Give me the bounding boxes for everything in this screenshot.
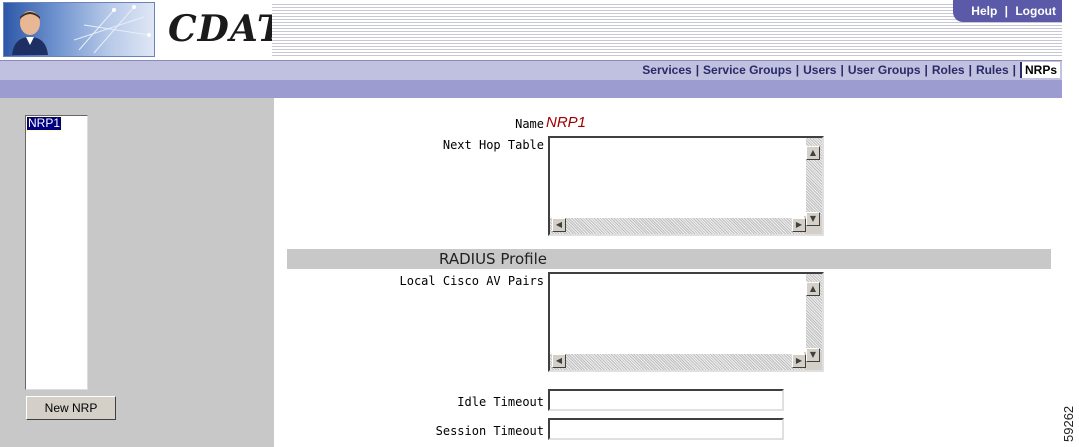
nav-service-groups[interactable]: Service Groups (703, 63, 792, 77)
scroll-up-icon[interactable]: ▲ (806, 146, 820, 160)
scroll-left-icon[interactable]: ◀ (552, 354, 566, 368)
nav-services[interactable]: Services (642, 63, 691, 77)
idle-timeout-input[interactable] (548, 389, 784, 411)
main-nav: Services | Service Groups | Users | User Group… (0, 60, 1062, 80)
radius-profile-section: RADIUS Profile (287, 249, 1051, 269)
app-header: CDAT Help | Logout (0, 0, 1062, 60)
nrp-sidebar: NRP1 New NRP (0, 98, 274, 447)
section-title: RADIUS Profile (439, 250, 547, 268)
nav-separator: | (1012, 63, 1016, 77)
scroll-up-icon[interactable]: ▲ (806, 282, 820, 296)
idle-timeout-label: Idle Timeout (457, 395, 544, 409)
figure-number: 59262 (1058, 380, 1078, 446)
nrp-listbox[interactable]: NRP1 (25, 115, 88, 390)
next-hop-table-label: Next Hop Table (442, 138, 544, 152)
session-timeout-input[interactable] (548, 418, 784, 440)
horizontal-scrollbar[interactable] (550, 218, 806, 234)
name-label: Name (515, 117, 544, 131)
sub-bar (0, 80, 1062, 98)
network-diagram-icon (74, 5, 151, 54)
scroll-right-icon[interactable]: ▶ (792, 218, 806, 232)
list-item[interactable]: NRP1 (25, 116, 63, 131)
nav-separator: | (924, 63, 928, 77)
scroll-down-icon[interactable]: ▼ (806, 348, 820, 362)
figure-number-text: 59262 (1061, 405, 1076, 442)
header-stripes (272, 2, 1062, 58)
nav-rules[interactable]: Rules (976, 63, 1009, 77)
new-nrp-button[interactable]: New NRP (26, 396, 116, 420)
person-icon (12, 11, 48, 55)
help-logout-separator: | (1004, 4, 1008, 18)
nav-separator: | (695, 63, 700, 77)
scroll-left-icon[interactable]: ◀ (552, 218, 566, 232)
nav-separator: | (968, 63, 972, 77)
nav-users[interactable]: Users (803, 63, 836, 77)
scroll-right-icon[interactable]: ▶ (792, 354, 806, 368)
scroll-down-icon[interactable]: ▼ (806, 212, 820, 226)
help-logout-tab: Help | Logout (953, 0, 1062, 22)
session-timeout-label: Session Timeout (435, 424, 544, 438)
nav-user-groups[interactable]: User Groups (848, 63, 921, 77)
cdat-logo (3, 2, 155, 57)
av-pairs-textarea[interactable]: ▲ ▼ ◀ ▶ (548, 272, 824, 372)
nrp-form: Name NRP1 Next Hop Table ▲ ▼ ◀ ▶ RADIUS … (274, 98, 1062, 447)
next-hop-table-textarea[interactable]: ▲ ▼ ◀ ▶ (548, 136, 824, 236)
nav-roles[interactable]: Roles (932, 63, 965, 77)
app-title: CDAT (168, 8, 285, 50)
nav-separator: | (840, 63, 844, 77)
logout-link[interactable]: Logout (1015, 4, 1056, 18)
av-pairs-label: Local Cisco AV Pairs (399, 274, 545, 288)
nav-separator: | (795, 63, 800, 77)
nav-nrps[interactable]: NRPs (1019, 62, 1060, 78)
name-value: NRP1 (546, 114, 587, 131)
help-link[interactable]: Help (971, 4, 997, 18)
horizontal-scrollbar[interactable] (550, 354, 806, 370)
